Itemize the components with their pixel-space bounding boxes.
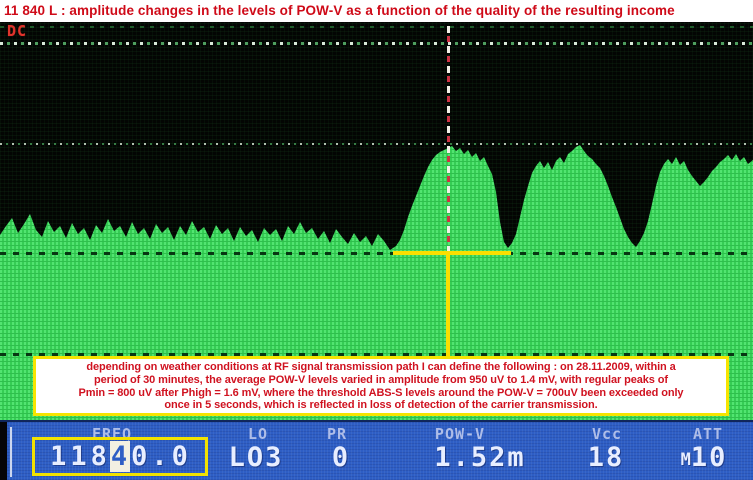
title-bar: 11 840 L : amplitude changes in the leve… — [0, 0, 753, 23]
dc-indicator: DC — [7, 22, 27, 40]
crosshair-vertical — [446, 251, 450, 358]
annotation-line: period of 30 minutes, the average POW-V … — [36, 374, 726, 387]
pr-value: 0 — [301, 442, 381, 478]
powv-value: 1.52m — [400, 442, 560, 478]
lo-label: LO — [218, 425, 298, 442]
freq-value-field[interactable]: 11840.0 — [32, 437, 208, 476]
status-left-divider — [10, 427, 12, 477]
pr-label: PR — [297, 425, 377, 442]
status-left-edge — [0, 422, 7, 480]
meter-screen: 11 840 L : amplitude changes in the leve… — [0, 0, 753, 480]
att-value: M10 — [644, 442, 753, 478]
att-value-number: 10 — [691, 442, 728, 473]
status-bar: FREQ LO PR POW-V Vcc ATT 11840.0 LO3 0 1… — [0, 420, 753, 480]
annotation-line: once in 5 seconds, which is reflected in… — [36, 399, 726, 412]
crosshair-horizontal — [393, 251, 511, 255]
annotation-line: Pmin = 800 uV after Phigh = 1.6 mV, wher… — [36, 387, 726, 400]
att-value-prefix: M — [681, 450, 691, 470]
powv-label: POW-V — [410, 425, 510, 442]
vcc-value: 18 — [566, 442, 646, 478]
page-title: 11 840 L : amplitude changes in the leve… — [0, 0, 753, 18]
annotation-line: depending on weather conditions at RF si… — [36, 361, 726, 374]
lcd-display: DC depending on weather conditions at RF… — [0, 22, 753, 420]
vcc-label: Vcc — [567, 425, 647, 442]
annotation-box: depending on weather conditions at RF si… — [33, 356, 729, 416]
att-label: ATT — [668, 425, 748, 442]
vertical-marker-dashed — [447, 26, 450, 254]
gridline-upper — [0, 143, 753, 145]
lo-value: LO3 — [196, 442, 316, 478]
gridline-mid-dark — [0, 252, 753, 255]
